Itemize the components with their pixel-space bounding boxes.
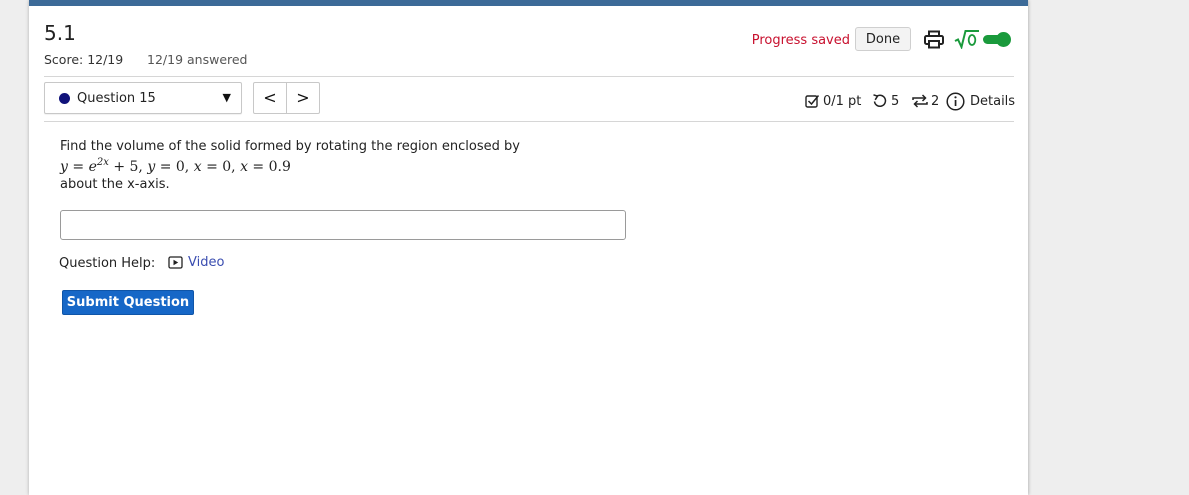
math-var-x: x: [240, 159, 248, 175]
next-question-button[interactable]: >: [286, 82, 320, 114]
attempts-icon: [912, 94, 928, 108]
math-plus-five: + 5,: [113, 159, 143, 175]
answered-count: 12/19 answered: [147, 52, 248, 67]
math-zero: 0,: [175, 159, 190, 175]
question-status-dot: [59, 93, 70, 104]
attempts-info: 2: [911, 91, 939, 111]
question-select[interactable]: Question 15 ▼: [44, 82, 242, 114]
math-equals: =: [206, 159, 218, 175]
math-var-e: e: [88, 159, 97, 175]
progress-saved-status: Progress saved: [751, 33, 850, 48]
video-help-link[interactable]: Video: [168, 255, 224, 270]
retries-info: 5: [872, 91, 899, 111]
caret-down-icon: ▼: [222, 91, 231, 104]
top-accent-bar: [29, 0, 1028, 6]
question-divider: [44, 121, 1014, 122]
header-divider: [44, 76, 1014, 77]
question-suffix: about the x-axis.: [60, 177, 170, 192]
checkbox-icon: [805, 94, 820, 108]
score-text: Score: 12/19: [44, 52, 124, 67]
retries-count: 5: [891, 93, 900, 109]
submit-question-button[interactable]: Submit Question: [62, 290, 194, 315]
video-link-label: Video: [188, 255, 225, 270]
assignment-title: 5.1: [44, 21, 76, 45]
retry-icon: [873, 94, 887, 108]
answer-input[interactable]: [60, 210, 626, 240]
details-label: Details: [970, 93, 1016, 109]
math-sqrt-icon[interactable]: [954, 29, 980, 49]
math-zero: 0,: [222, 159, 236, 175]
math-equals: =: [252, 159, 265, 175]
question-help-label: Question Help:: [59, 256, 156, 271]
math-equals: =: [72, 159, 85, 175]
print-icon[interactable]: [923, 29, 945, 49]
assignment-panel: 5.1 Score: 12/19 12/19 answered Progress…: [29, 0, 1028, 495]
points-info: 0/1 pt: [805, 91, 861, 111]
attempts-count: 2: [931, 93, 940, 109]
math-exponent: 2x: [96, 157, 109, 168]
math-value: 0.9: [268, 159, 291, 175]
math-var-x: x: [193, 159, 202, 175]
details-link[interactable]: Details: [946, 91, 1015, 111]
info-icon: [946, 91, 965, 111]
math-var-y: y: [60, 159, 68, 175]
done-button[interactable]: Done: [855, 27, 911, 51]
math-var-y: y: [147, 159, 156, 175]
math-equals: =: [159, 159, 172, 175]
previous-question-button[interactable]: <: [253, 82, 287, 114]
math-toggle-switch[interactable]: [982, 31, 1012, 48]
question-select-label: Question 15: [77, 91, 156, 106]
video-icon: [168, 256, 183, 269]
question-equation: y = e2x + 5, y = 0, x = 0, x = 0.9: [60, 157, 291, 175]
points-text: 0/1 pt: [823, 93, 862, 109]
question-prompt: Find the volume of the solid formed by r…: [60, 139, 520, 154]
